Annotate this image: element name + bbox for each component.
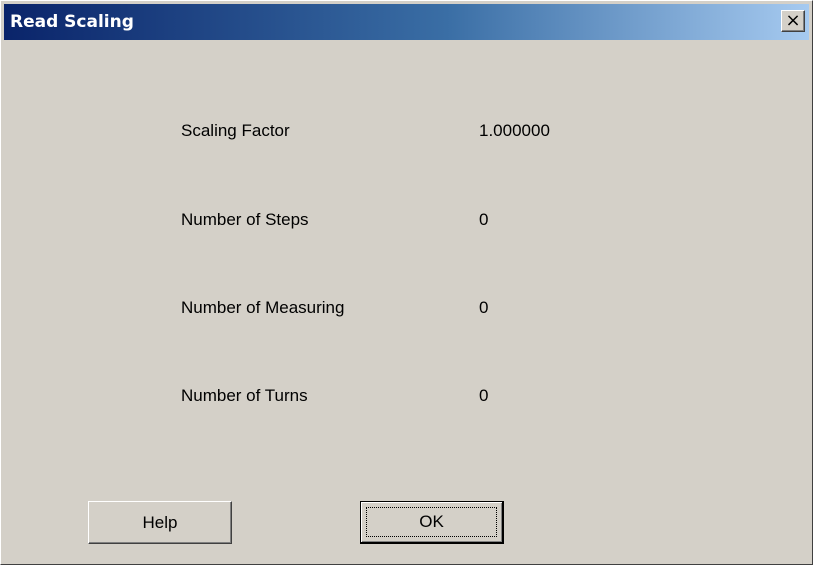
number-of-turns-label: Number of Turns: [181, 386, 308, 405]
scaling-factor-value: 1.000000: [479, 121, 550, 140]
dialog-title: Read Scaling: [10, 12, 134, 32]
close-button[interactable]: ×: [781, 10, 805, 32]
close-icon: ×: [785, 10, 801, 31]
ok-button[interactable]: OK: [360, 501, 504, 544]
number-of-steps-value: 0: [479, 210, 489, 229]
read-scaling-dialog: Read Scaling × Scaling Factor 1.000000 N…: [0, 0, 813, 565]
ok-button-label: OK: [366, 507, 497, 537]
number-of-steps-label: Number of Steps: [181, 210, 309, 229]
title-bar[interactable]: Read Scaling ×: [4, 4, 809, 40]
number-of-measuring-label: Number of Measuring: [181, 298, 345, 317]
help-button[interactable]: Help: [88, 501, 232, 544]
number-of-turns-value: 0: [479, 386, 489, 405]
scaling-factor-label: Scaling Factor: [181, 121, 290, 140]
number-of-measuring-value: 0: [479, 298, 489, 317]
